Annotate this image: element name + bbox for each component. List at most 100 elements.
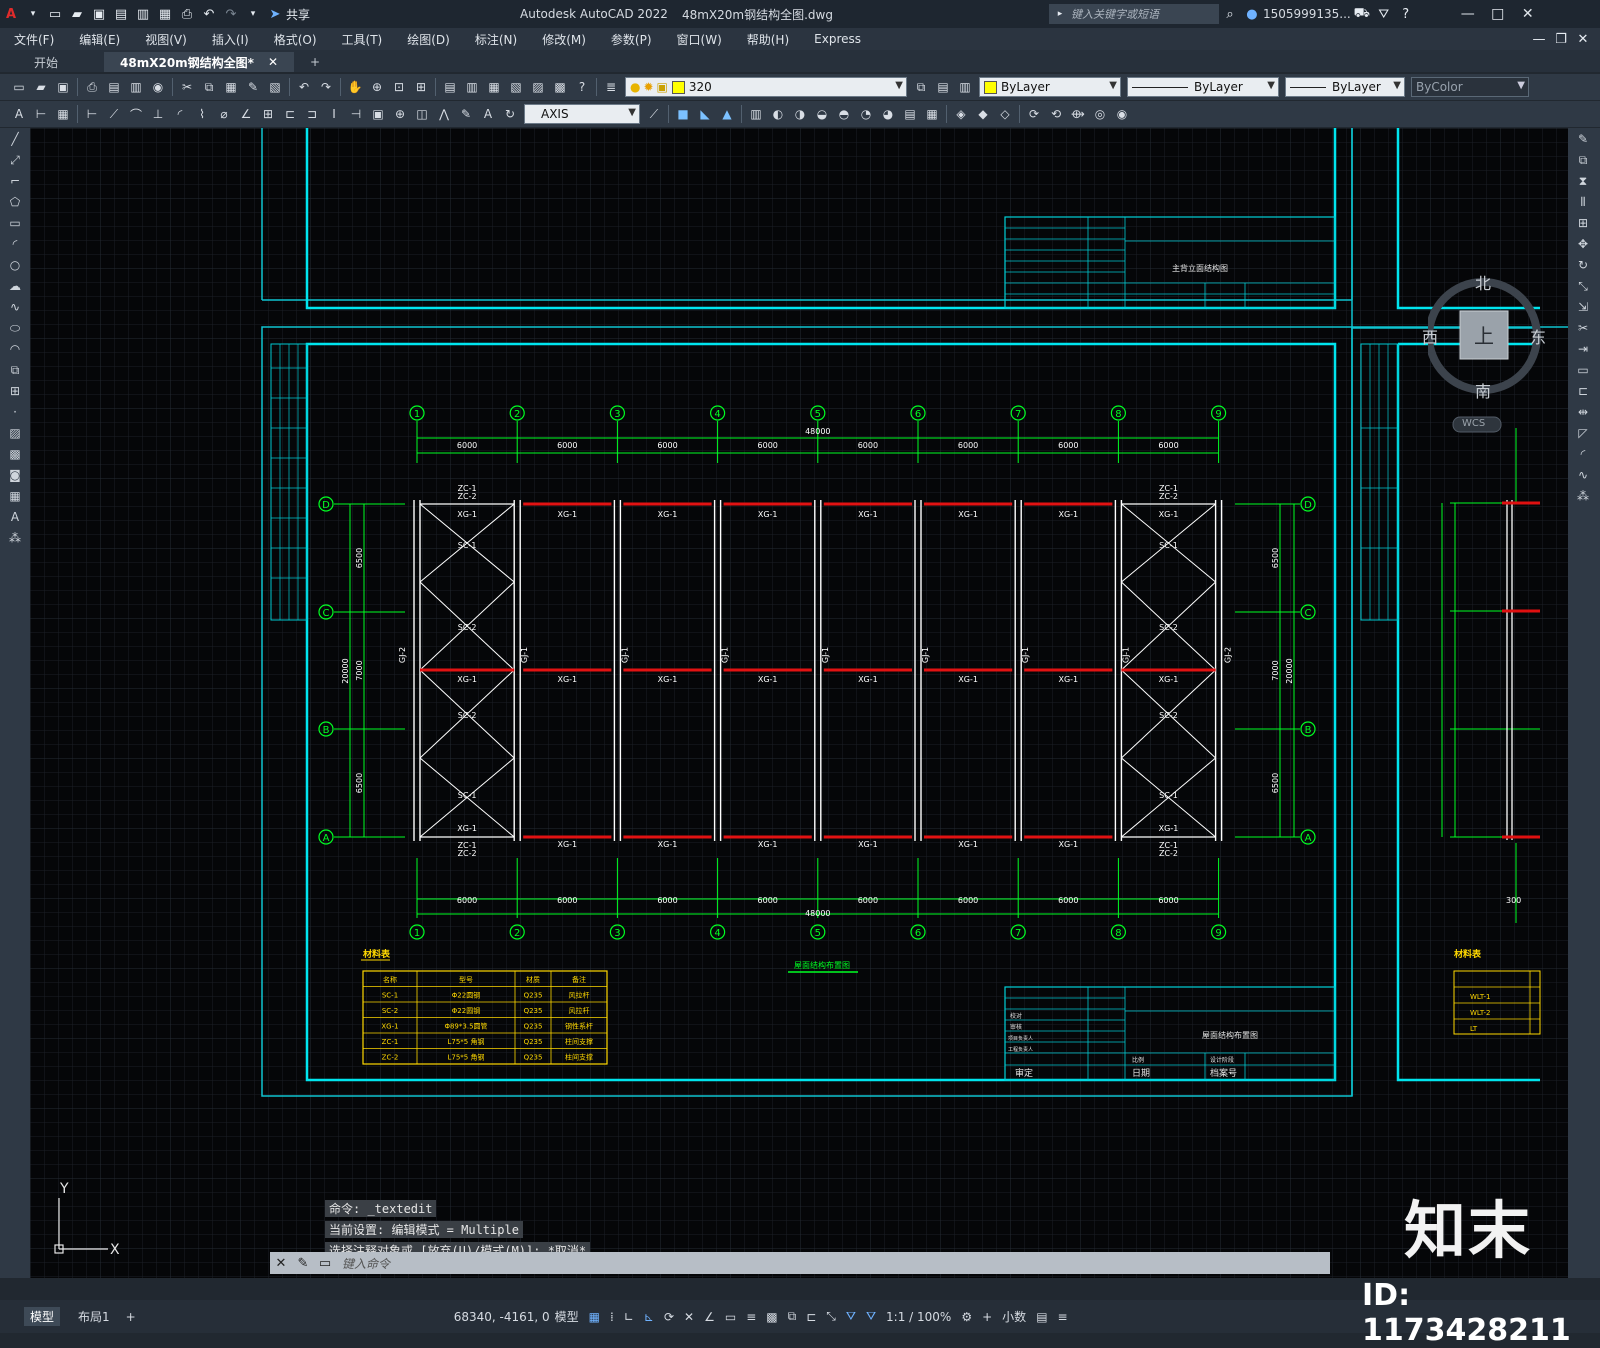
pan-icon[interactable]: ✋	[345, 77, 365, 97]
tab-model[interactable]: 模型	[24, 1307, 61, 1326]
selection-cycling-icon[interactable]: ⧉	[788, 1309, 797, 1324]
region-icon[interactable]: ◙	[3, 465, 27, 485]
wedge-icon[interactable]: ◣	[695, 104, 715, 124]
hatch-icon[interactable]: ▨	[3, 423, 27, 443]
layer-manager-icon[interactable]: ≣	[601, 77, 621, 97]
construction-line-icon[interactable]: ⤢	[3, 150, 27, 170]
sweep-icon[interactable]: ◑	[790, 104, 810, 124]
gradient-icon[interactable]: ▩	[3, 444, 27, 464]
command-prompt-icon[interactable]: ▭	[316, 1255, 334, 1271]
presspull-icon[interactable]: ▤	[900, 104, 920, 124]
intersect-icon[interactable]: ◕	[878, 104, 898, 124]
make-current-icon[interactable]: ⧉	[911, 77, 931, 97]
color-dropdown[interactable]: ByLayer ▼	[979, 77, 1121, 97]
copy-object-icon[interactable]: ⧉	[1571, 150, 1595, 170]
scale-icon[interactable]: ⤡	[1571, 276, 1595, 296]
menu-help[interactable]: 帮助(H)	[747, 31, 789, 48]
inspect-icon[interactable]: ◫	[412, 104, 432, 124]
doc-close-icon[interactable]: ✕	[1574, 31, 1592, 47]
revision-cloud-icon[interactable]: ☁	[3, 276, 27, 296]
minimize-button[interactable]: —	[1453, 6, 1483, 22]
markup-icon[interactable]: ▨	[528, 77, 548, 97]
redo-icon[interactable]: ↷	[316, 77, 336, 97]
dim-space-icon[interactable]: I	[324, 104, 344, 124]
revolve-icon[interactable]: ◐	[768, 104, 788, 124]
mtext-icon[interactable]: A	[3, 507, 27, 527]
tab-start[interactable]: 开始	[18, 52, 74, 72]
offset-icon[interactable]: ⫴	[1571, 192, 1595, 212]
dim-diameter-icon[interactable]: ⌀	[214, 104, 234, 124]
command-input[interactable]: 键入命令	[342, 1255, 390, 1272]
customize-icon[interactable]: ≡	[1058, 1310, 1068, 1324]
menu-parametric[interactable]: 参数(P)	[611, 31, 652, 48]
polyline-icon[interactable]: ⌐	[3, 171, 27, 191]
viewcube-south[interactable]: 南	[1475, 378, 1491, 402]
viewcube[interactable]: 北 南 西 东 上 WCS	[1422, 256, 1568, 446]
cone-icon[interactable]: ▲	[717, 104, 737, 124]
help-icon[interactable]: ?	[572, 77, 592, 97]
copy-icon[interactable]: ⧉	[199, 77, 219, 97]
break-icon[interactable]: ⊏	[1571, 381, 1595, 401]
ellipse-icon[interactable]: ⬭	[3, 318, 27, 338]
viewcube-wcs[interactable]: WCS	[1462, 418, 1485, 429]
layer-state-icon[interactable]: ▥	[955, 77, 975, 97]
dim-text-edit-icon[interactable]: A	[478, 104, 498, 124]
move-icon[interactable]: ✥	[1571, 234, 1595, 254]
dim-aligned-icon[interactable]: ⟋	[104, 104, 124, 124]
menu-draw[interactable]: 绘图(D)	[407, 31, 450, 48]
design-center-icon[interactable]: ▥	[462, 77, 482, 97]
tool-palettes-icon[interactable]: ▦	[484, 77, 504, 97]
layer-previous-icon[interactable]: ▤	[933, 77, 953, 97]
chevron-down-icon[interactable]: ▾	[24, 6, 42, 22]
zoom-realtime-icon[interactable]: ⊕	[367, 77, 387, 97]
print-icon[interactable]: ⎙	[178, 6, 196, 22]
subtract-icon[interactable]: ◔	[856, 104, 876, 124]
web-mobile-icon[interactable]: ▥	[134, 6, 152, 22]
units-value[interactable]: 小数	[1002, 1308, 1026, 1325]
transparency-icon[interactable]: ▩	[766, 1310, 777, 1324]
dim-linear-icon[interactable]: ⊢	[82, 104, 102, 124]
close-button[interactable]: ✕	[1513, 6, 1543, 22]
menu-format[interactable]: 格式(O)	[274, 31, 317, 48]
quick-properties-icon[interactable]: ▤	[1036, 1310, 1047, 1324]
undo-icon[interactable]: ↶	[200, 6, 218, 22]
jogged-linear-icon[interactable]: ⋀	[434, 104, 454, 124]
viewcube-north[interactable]: 北	[1475, 270, 1491, 294]
command-line[interactable]: ✕ ✎ ▭ 键入命令	[270, 1252, 1330, 1274]
viewcube-east[interactable]: 东	[1530, 324, 1546, 348]
block-editor-icon[interactable]: ▧	[265, 77, 285, 97]
model-space-button[interactable]: 模型	[555, 1308, 579, 1325]
close-icon[interactable]: ✕	[272, 1255, 290, 1271]
ellipse-arc-icon[interactable]: ◠	[3, 339, 27, 359]
dim-radius-icon[interactable]: ◜	[170, 104, 190, 124]
sheet-set-icon[interactable]: ▧	[506, 77, 526, 97]
cart-icon[interactable]: ⛟	[1353, 6, 1371, 22]
mirror-icon[interactable]: ⧗	[1571, 171, 1595, 191]
render-icon[interactable]: ◆	[973, 104, 993, 124]
drawing-canvas[interactable]: 主背立面结构图 屋面结构布置图 校对 审核 项目负责人 工程负责人 审定 日期 …	[30, 128, 1568, 1278]
properties-icon[interactable]: ▤	[440, 77, 460, 97]
user-icon[interactable]: ●	[1243, 6, 1261, 22]
fillet-icon[interactable]: ◜	[1571, 444, 1595, 464]
quick-dim-icon[interactable]: ⊞	[258, 104, 278, 124]
zoom-previous-icon[interactable]: ⊞	[411, 77, 431, 97]
new-tab-button[interactable]: +	[294, 52, 336, 72]
osnap-tracking-icon[interactable]: ✕	[684, 1310, 694, 1324]
snap-icon[interactable]: ⁞	[610, 1310, 614, 1324]
save-as-icon[interactable]: ▤	[112, 6, 130, 22]
menu-express[interactable]: Express	[814, 32, 861, 46]
linetype-dropdown[interactable]: ByLayer ▼	[1127, 77, 1279, 97]
plus-icon[interactable]: +	[982, 1310, 992, 1324]
table-icon[interactable]: ▦	[3, 486, 27, 506]
wrench-icon[interactable]: ✎	[294, 1255, 312, 1271]
annotation-scale-icon[interactable]: ⛛	[866, 1309, 876, 1324]
extend-icon[interactable]: ⇥	[1571, 339, 1595, 359]
erase-icon[interactable]: ✎	[1571, 129, 1595, 149]
point-icon[interactable]: ·	[3, 402, 27, 422]
dim-baseline-icon[interactable]: ⊏	[280, 104, 300, 124]
dynamic-ucs-icon[interactable]: ▭	[725, 1310, 736, 1324]
line-icon[interactable]: ╱	[3, 129, 27, 149]
open-folder-icon[interactable]: ▰	[68, 6, 86, 22]
new-file-icon[interactable]: ▭	[46, 6, 64, 22]
customize-icon[interactable]: ▾	[244, 6, 262, 22]
